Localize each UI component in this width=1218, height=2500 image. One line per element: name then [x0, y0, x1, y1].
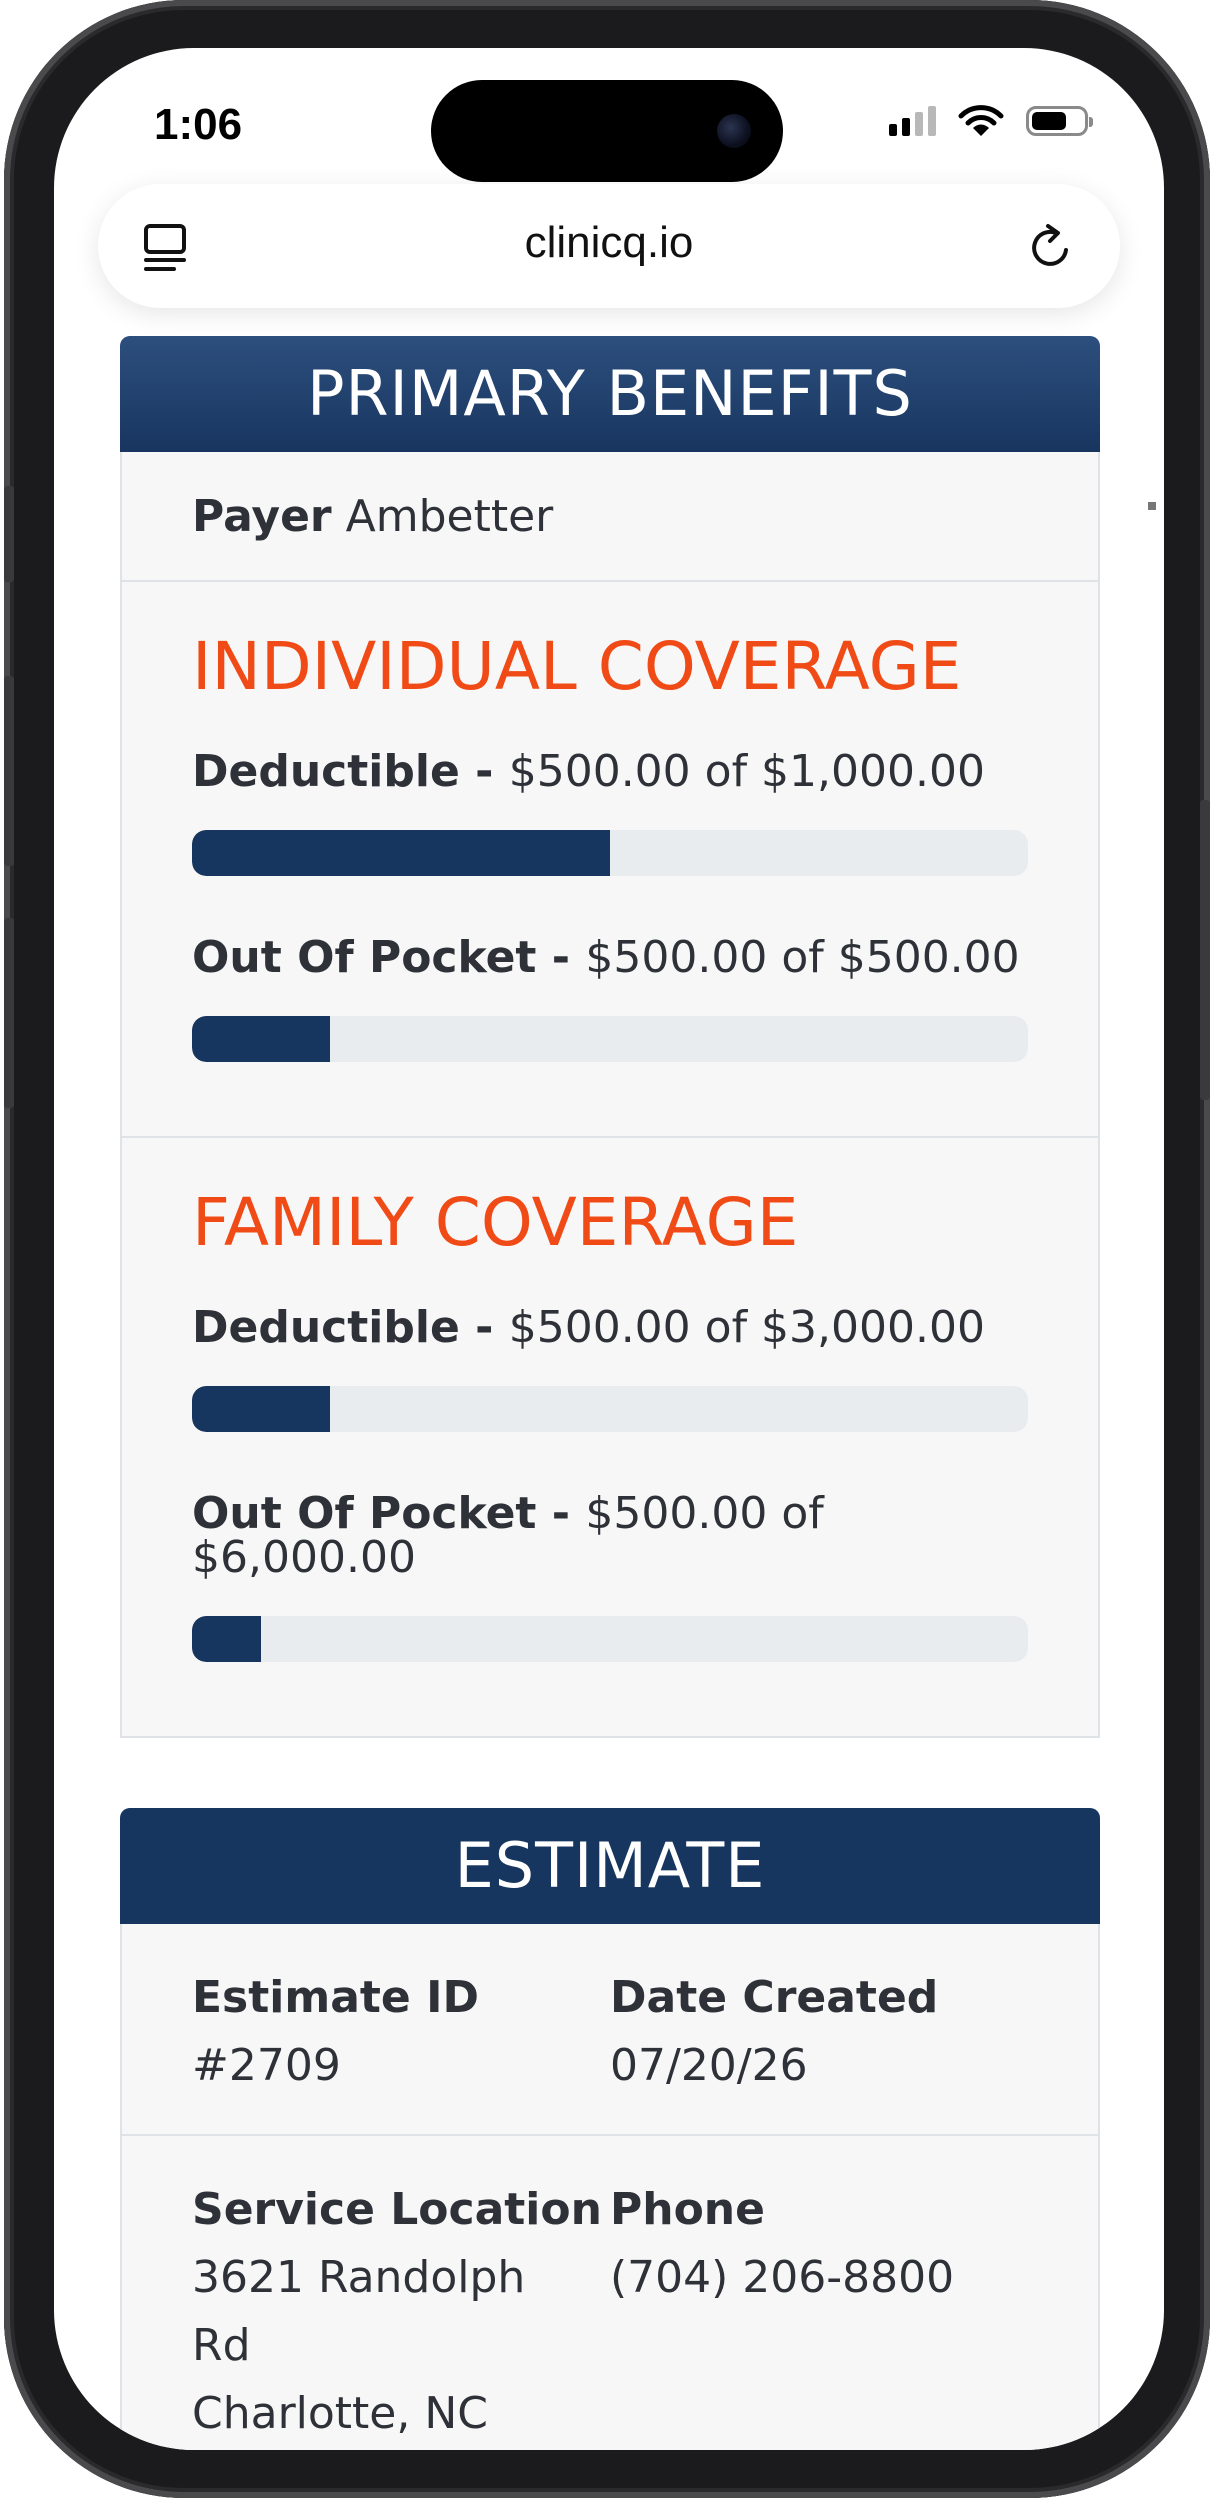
service-location-field: Service Location 3621 Randolph Rd Charlo… [192, 2176, 610, 2448]
phone-screen: 1:06 clinicq.io PRIMARY BENEFITS Payer A… [54, 48, 1164, 2450]
benefit-amount: $500.00 of $500.00 [585, 932, 1020, 983]
payer-value: Ambetter [345, 490, 554, 542]
date-created-field: Date Created 07/20/26 [610, 1964, 1028, 2100]
primary-benefits-header: PRIMARY BENEFITS [120, 336, 1100, 452]
estimate-id-row: Estimate ID #2709 Date Created 07/20/26 [122, 1924, 1098, 2134]
benefit-label: Deductible [192, 1302, 460, 1353]
family-out-of-pocket-progress-bar [192, 1616, 1028, 1662]
service-location-label: Service Location [192, 2184, 602, 2235]
service-location-row: Service Location 3621 Randolph Rd Charlo… [122, 2134, 1098, 2450]
dynamic-island [431, 80, 783, 182]
estimate-id-label: Estimate ID [192, 1972, 479, 2023]
service-location-line: Rd [192, 2320, 251, 2371]
family-coverage-title: FAMILY COVERAGE [192, 1184, 799, 1261]
family-deductible-progress-bar [192, 1386, 1028, 1432]
front-camera-icon [717, 114, 751, 148]
primary-benefits-card: PRIMARY BENEFITS Payer Ambetter INDIVIDU… [120, 336, 1100, 1738]
progress-fill [192, 1016, 330, 1062]
reload-icon[interactable] [1026, 222, 1076, 272]
power-button [1200, 800, 1210, 1100]
wifi-icon [958, 105, 1004, 136]
individual-deductible-progress-bar [192, 830, 1028, 876]
estimate-id-value: #2709 [192, 2040, 341, 2091]
action-button [4, 486, 14, 582]
individual-out-of-pocket-line: Out Of Pocket - $500.00 of $500.00 [192, 936, 1028, 980]
progress-fill [192, 1386, 330, 1432]
progress-fill [192, 1616, 262, 1662]
individual-coverage-title: INDIVIDUAL COVERAGE [192, 628, 962, 705]
benefit-label: Deductible [192, 746, 460, 797]
address-bar[interactable]: clinicq.io [98, 184, 1120, 308]
status-bar: 1:06 [54, 48, 1164, 188]
payer-row: Payer Ambetter [122, 452, 1098, 580]
estimate-id-field: Estimate ID #2709 [192, 1964, 610, 2100]
phone-label: Phone [610, 2184, 765, 2235]
benefit-separator: - [459, 746, 509, 797]
phone-value[interactable]: (704) 206-8800 [610, 2244, 1028, 2312]
benefit-amount: $500.00 of $3,000.00 [508, 1302, 985, 1353]
estimate-header: ESTIMATE [120, 1808, 1100, 1924]
benefit-separator: - [536, 932, 586, 983]
estimate-card: ESTIMATE Estimate ID #2709 Date Created … [120, 1808, 1100, 2450]
individual-deductible-line: Deductible - $500.00 of $1,000.00 [192, 750, 1028, 794]
cellular-signal-icon [889, 106, 936, 136]
volume-up-button [4, 676, 14, 866]
benefit-amount: $500.00 of $1,000.00 [508, 746, 985, 797]
status-time: 1:06 [154, 100, 243, 149]
service-location-line: Charlotte, NC [192, 2388, 488, 2439]
battery-icon [1026, 106, 1093, 136]
url-text[interactable]: clinicq.io [98, 218, 1120, 268]
benefit-separator: - [459, 1302, 509, 1353]
scroll-indicator [1148, 502, 1156, 510]
individual-out-of-pocket-progress-bar [192, 1016, 1028, 1062]
status-icons [889, 104, 1093, 138]
date-created-value: 07/20/26 [610, 2040, 808, 2091]
payer-label: Payer [192, 490, 332, 542]
benefit-separator: - [536, 1488, 586, 1539]
family-deductible-line: Deductible - $500.00 of $3,000.00 [192, 1306, 1028, 1350]
progress-fill [192, 830, 610, 876]
family-coverage-section: FAMILY COVERAGE Deductible - $500.00 of … [122, 1136, 1098, 1736]
volume-down-button [4, 918, 14, 1108]
page-content: PRIMARY BENEFITS Payer Ambetter INDIVIDU… [120, 336, 1100, 2450]
date-created-label: Date Created [610, 1972, 939, 2023]
individual-coverage-section: INDIVIDUAL COVERAGE Deductible - $500.00… [122, 580, 1098, 1136]
phone-field: Phone (704) 206-8800 [610, 2176, 1028, 2448]
benefit-label: Out Of Pocket [192, 932, 537, 983]
service-location-line: 3621 Randolph [192, 2252, 526, 2303]
family-out-of-pocket-line: Out Of Pocket - $500.00 of $6,000.00 [192, 1492, 1028, 1580]
